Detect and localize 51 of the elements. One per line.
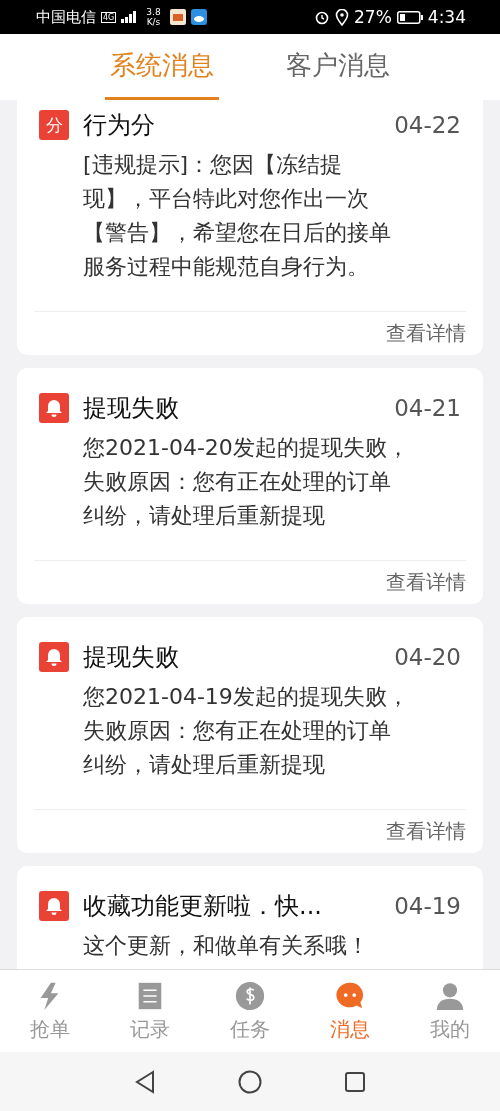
nav-tab[interactable]: 任务 bbox=[224, 975, 276, 1047]
message-card[interactable]: 提现失败 04-20 您2021-04-19发起的提现失败， 失败原因：您有正在处理的订单 纠纷，请处理后重新提现 查看详情 bbox=[17, 617, 483, 853]
message-text: 您2021-04-20发起的提现失败， bbox=[83, 434, 410, 462]
message-date: 04-22 bbox=[394, 112, 461, 138]
network-type: 4G bbox=[101, 11, 117, 23]
battery-percent: 27% bbox=[354, 7, 392, 27]
view-details-link[interactable]: 查看详情 bbox=[386, 818, 466, 845]
message-card[interactable]: 提现失败 04-21 您2021-04-20发起的提现失败， 失败原因：您有正在处理的订单 纠纷，请处理后重新提现 查看详情 bbox=[17, 368, 483, 604]
signal-icon bbox=[121, 11, 138, 23]
message-card[interactable]: 收藏功能更新啦．快... 04-19 这个更新，和做单有关系哦！ bbox=[17, 866, 483, 969]
message-title: 提现失败 bbox=[83, 642, 180, 673]
carrier-name: 中国电信 bbox=[36, 7, 96, 27]
speed-text: K/s bbox=[146, 17, 161, 27]
nav-tab[interactable]: 消息 bbox=[324, 975, 376, 1047]
score-icon: 分 bbox=[39, 110, 69, 140]
location-icon bbox=[335, 8, 349, 26]
message-text: 【警告】，希望您在日后的接单 bbox=[83, 219, 392, 247]
message-date: 04-19 bbox=[394, 893, 461, 919]
message-text: 纠纷，请处理后重新提现 bbox=[83, 502, 326, 530]
message-title: 提现失败 bbox=[83, 393, 180, 424]
bell-icon bbox=[39, 393, 69, 423]
message-text: 服务过程中能规范自身行为。 bbox=[83, 253, 370, 281]
message-text: 失败原因：您有正在处理的订单 bbox=[83, 717, 392, 745]
message-text: 您2021-04-19发起的提现失败， bbox=[83, 683, 410, 711]
message-title: 收藏功能更新啦．快... bbox=[83, 891, 323, 922]
battery-icon bbox=[396, 10, 423, 24]
back-icon[interactable] bbox=[134, 1069, 156, 1094]
alarm-icon bbox=[314, 9, 330, 25]
recents-icon[interactable] bbox=[344, 1070, 366, 1093]
home-icon[interactable] bbox=[238, 1069, 262, 1094]
message-text: 现】，平台特此对您作出一次 bbox=[83, 185, 370, 213]
message-text: 纠纷，请处理后重新提现 bbox=[83, 751, 326, 779]
message-text: [违规提示]：您因【冻结提 bbox=[83, 151, 344, 179]
message-title: 行为分 bbox=[83, 110, 156, 141]
message-date: 04-21 bbox=[394, 395, 461, 421]
message-date: 04-20 bbox=[394, 644, 461, 670]
speed-text: 3.8 bbox=[146, 7, 161, 17]
view-details-link[interactable]: 查看详情 bbox=[386, 569, 466, 596]
message-tab[interactable]: 客户消息 bbox=[281, 34, 395, 100]
clock-time: 4:34 bbox=[427, 7, 466, 27]
nav-tab[interactable]: 记录 bbox=[124, 975, 176, 1047]
bell-icon bbox=[39, 642, 69, 672]
app-icon bbox=[169, 9, 186, 25]
message-text: 这个更新，和做单有关系哦！ bbox=[83, 932, 370, 960]
bell-icon bbox=[39, 891, 69, 921]
message-text: 失败原因：您有正在处理的订单 bbox=[83, 468, 392, 496]
cloud-icon bbox=[190, 9, 207, 25]
message-card[interactable]: 分 行为分 04-22 [违规提示]：您因【冻结提 现】，平台特此对您作出一次 【警告】，希望您在日后的接单 服务过程中能规范自身行为。 查看详情 bbox=[17, 100, 483, 355]
nav-tab[interactable]: 我的 bbox=[424, 975, 476, 1047]
view-details-link[interactable]: 查看详情 bbox=[386, 320, 466, 347]
dollar-icon bbox=[234, 979, 266, 1012]
